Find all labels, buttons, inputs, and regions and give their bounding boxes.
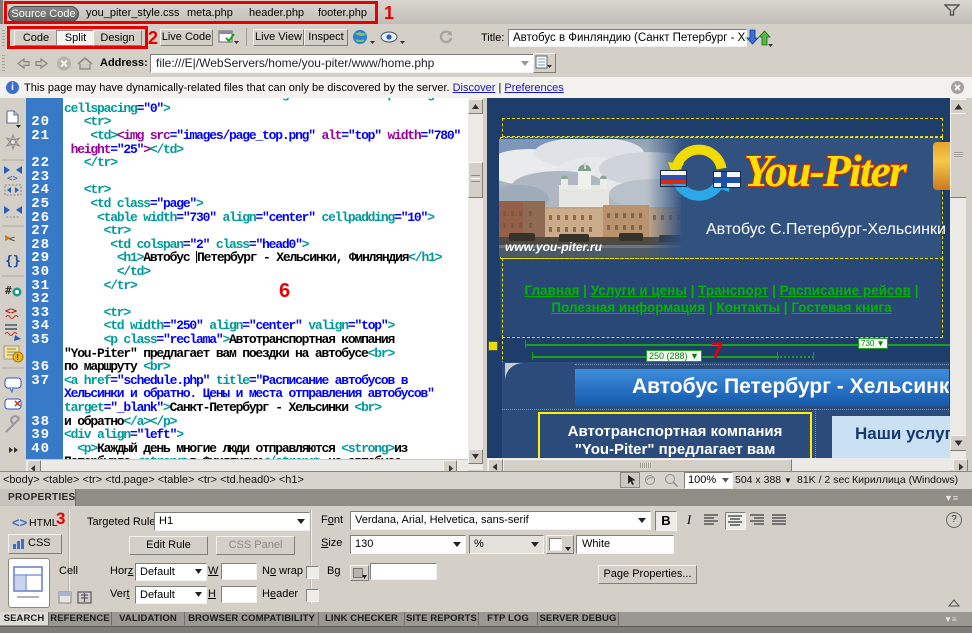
- svg-text:You-Piter: You-Piter: [744, 145, 908, 196]
